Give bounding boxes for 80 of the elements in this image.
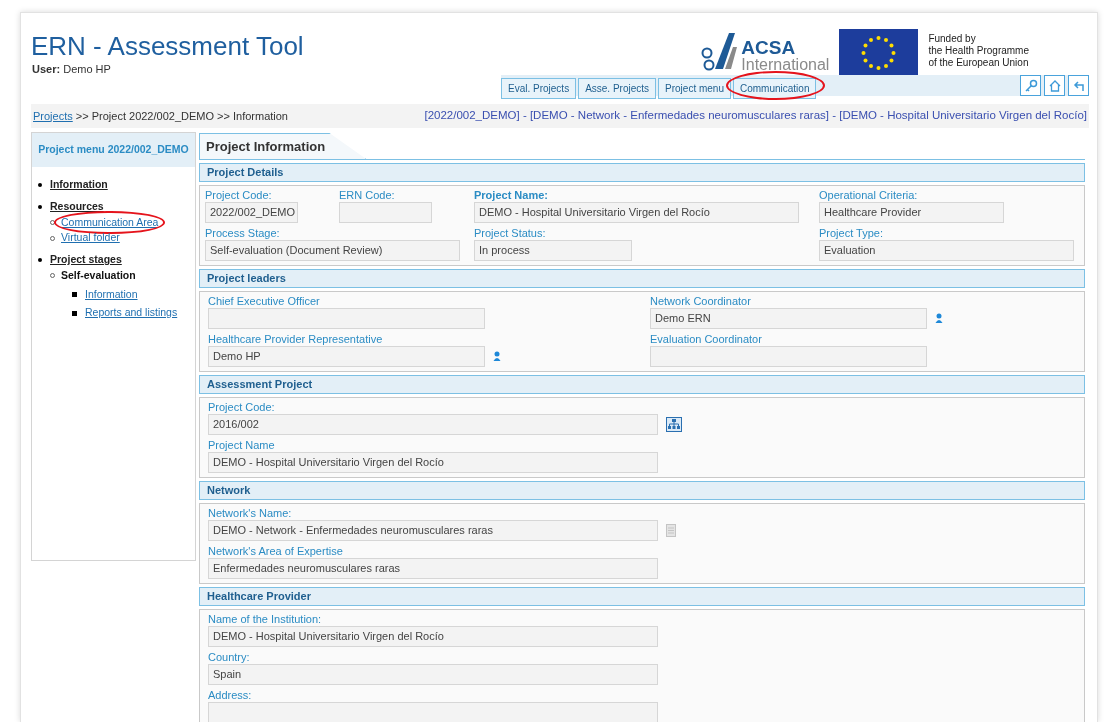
nav-tab[interactable]: Eval. Projects	[501, 78, 577, 99]
submenu-item[interactable]: Self-evaluation	[61, 268, 136, 281]
submenu-item[interactable]: Information	[85, 286, 138, 303]
nav-tab[interactable]: Project menu	[658, 78, 731, 99]
project-context: [2022/002_DEMO] - [DEMO - Network - Enfermedades neuromusculares raras] - [DEMO - Hospital Universitario Virgen del Rocío]	[424, 108, 1087, 124]
field-label: Chief Executive Officer	[208, 294, 321, 308]
funding-text: of the European Union	[928, 57, 1029, 69]
logo-subtitle: International	[741, 57, 830, 73]
field-label: Project Type:	[819, 226, 884, 240]
logo-name: ACSA	[741, 38, 797, 57]
section-header: Project Details	[199, 163, 1085, 182]
field-label: Healthcare Provider Representative	[208, 332, 384, 346]
text-field[interactable]: 2016/002	[208, 414, 658, 435]
field-label: Project Code:	[205, 188, 273, 202]
field-label: Address:	[208, 688, 253, 702]
field-label: Project Code:	[208, 400, 276, 414]
field-label: Name of the Institution:	[208, 612, 323, 626]
submenu-item[interactable]: Communication Area	[61, 215, 159, 228]
person-icon[interactable]	[935, 313, 943, 324]
section-header: Project leaders	[199, 269, 1085, 288]
text-field[interactable]: DEMO - Hospital Universitario Virgen del Rocío	[208, 626, 658, 647]
field-label: Project Name:	[474, 188, 549, 202]
field-label: Operational Criteria:	[819, 188, 919, 202]
breadcrumb-link[interactable]: Projects	[33, 109, 73, 122]
nav-tab[interactable]: Asse. Projects	[578, 78, 657, 99]
field-label: Evaluation Coordinator	[650, 332, 763, 346]
field-label: Project Status:	[474, 226, 547, 240]
bullet-icon	[38, 182, 42, 187]
app-title: ERN - Assessment Tool	[31, 31, 304, 61]
text-field[interactable]: In process	[474, 240, 632, 261]
field-label: ERN Code:	[339, 188, 396, 202]
section-header: Assessment Project	[199, 375, 1085, 394]
text-field[interactable]: Enfermedades neuromusculares raras	[208, 558, 658, 579]
funding-text: Funded by	[928, 33, 977, 45]
field-label: Network's Area of Expertise	[208, 544, 344, 558]
text-field[interactable]: Demo ERN	[650, 308, 927, 329]
menu-item[interactable]: Resources	[50, 198, 104, 215]
org-chart-icon[interactable]	[666, 417, 682, 432]
home-icon	[1047, 78, 1062, 93]
back-button[interactable]	[1068, 75, 1089, 96]
section-header: Network	[199, 481, 1085, 500]
key-icon	[1023, 78, 1038, 93]
text-field[interactable]	[650, 346, 927, 367]
field-label: Process Stage:	[205, 226, 281, 240]
back-arrow-icon	[1071, 78, 1086, 93]
bullet-icon	[38, 204, 42, 209]
home-button[interactable]	[1044, 75, 1065, 96]
sidebar-title: Project menu 2022/002_DEMO	[32, 133, 195, 167]
text-field[interactable]: DEMO - Hospital Universitario Virgen del Rocío	[474, 202, 799, 223]
text-field[interactable]: Spain	[208, 664, 658, 685]
field-label: Project Name	[208, 438, 276, 452]
person-icon[interactable]	[493, 351, 501, 362]
funding-text: the Health Programme	[928, 45, 1029, 57]
text-field[interactable]: DEMO - Hospital Universitario Virgen del Rocío	[208, 452, 658, 473]
text-field[interactable]: DEMO - Network - Enfermedades neuromusculares raras	[208, 520, 658, 541]
field-label: Network Coordinator	[650, 294, 752, 308]
bullet-icon	[38, 257, 42, 262]
field-label: Country:	[208, 650, 251, 664]
nav-tab[interactable]: Communication	[733, 78, 817, 99]
breadcrumb-path: >> Project 2022/002_DEMO >> Information	[75, 109, 288, 122]
text-field[interactable]	[208, 308, 485, 329]
page-tab[interactable]: Project Information	[199, 133, 367, 159]
user-name: Demo HP	[63, 63, 111, 75]
key-button[interactable]	[1020, 75, 1041, 96]
text-field[interactable]: Healthcare Provider	[819, 202, 1004, 223]
text-field[interactable]	[339, 202, 432, 223]
bullet-icon	[72, 291, 77, 297]
text-field[interactable]: Evaluation	[819, 240, 1074, 261]
submenu-item[interactable]: Reports and listings	[85, 305, 178, 321]
text-field[interactable]: Demo HP	[208, 346, 485, 367]
submenu-item[interactable]: Virtual folder	[61, 231, 120, 244]
menu-item[interactable]: Information	[50, 177, 108, 193]
text-field[interactable]	[208, 702, 658, 722]
field-label: Network's Name:	[208, 506, 293, 520]
user-label: User:	[32, 63, 61, 75]
bullet-icon	[72, 310, 77, 316]
menu-item[interactable]: Project stages	[50, 252, 122, 268]
text-field[interactable]: Self-evaluation (Document Review)	[205, 240, 460, 261]
section-header: Healthcare Provider	[199, 587, 1085, 606]
text-field[interactable]: 2022/002_DEMO	[205, 202, 298, 223]
